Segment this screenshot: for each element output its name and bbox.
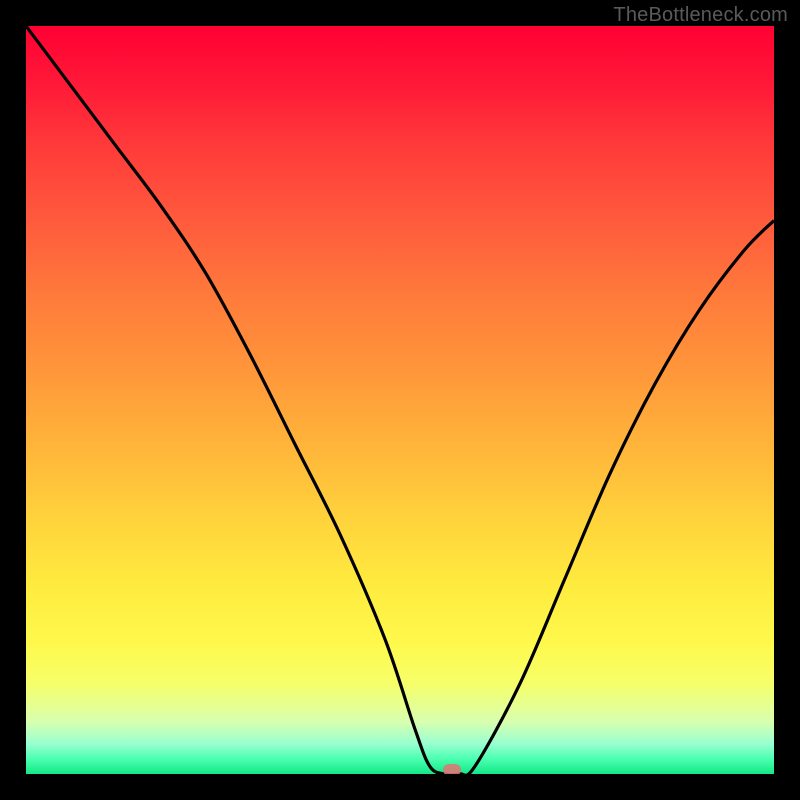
chart-container: TheBottleneck.com [0,0,800,800]
optimum-marker [443,764,461,774]
watermark-text: TheBottleneck.com [613,4,788,27]
plot-area [26,26,774,774]
bottleneck-curve [26,26,774,774]
